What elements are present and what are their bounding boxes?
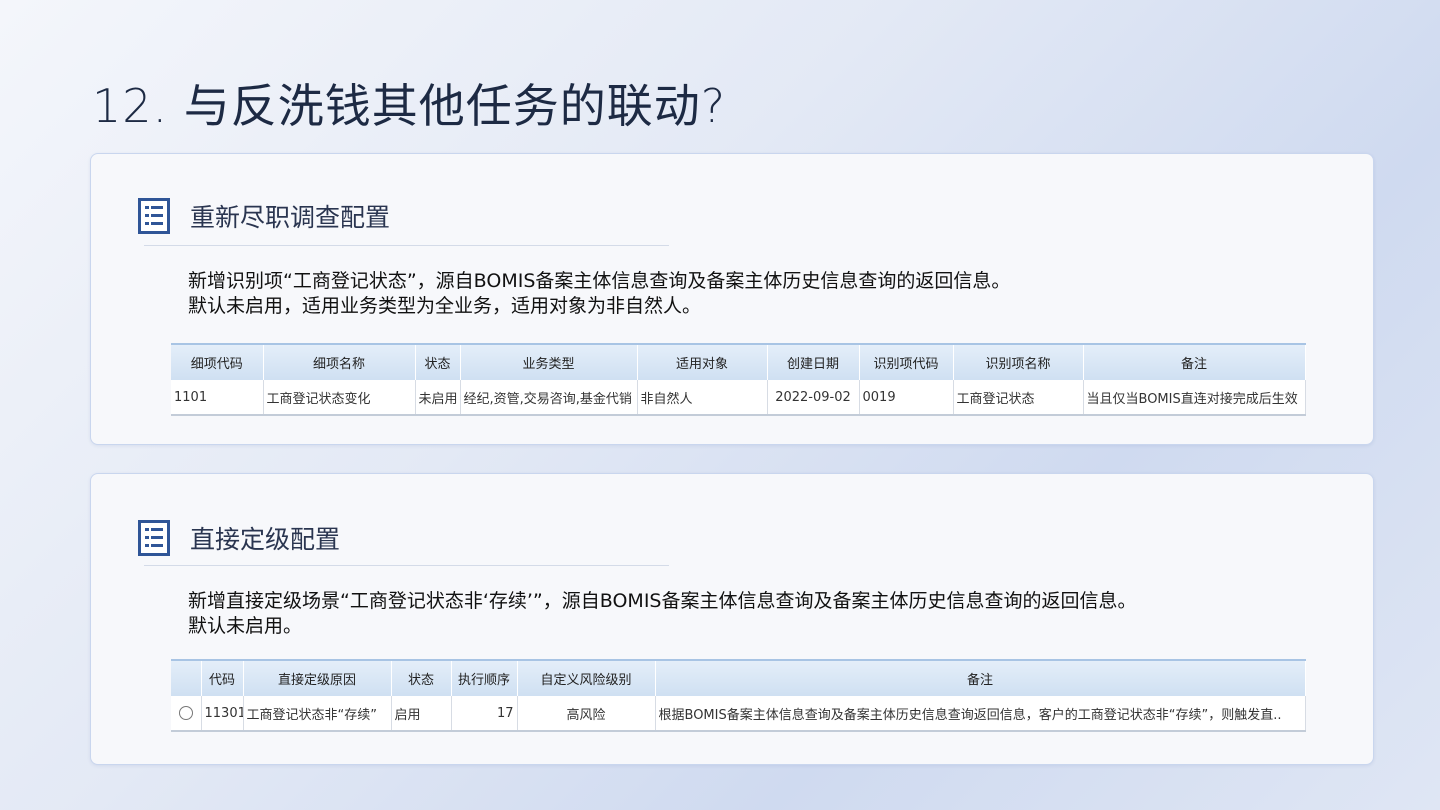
cell-created: 2022-09-02 [767, 380, 860, 416]
column-header[interactable]: 状态 [391, 659, 452, 696]
table-header-row: 代码 直接定级原因 状态 执行顺序 自定义风险级别 备注 [171, 659, 1306, 696]
table-header-row: 细项代码 细项名称 状态 业务类型 适用对象 创建日期 识别项代码 识别项名称 … [171, 343, 1306, 380]
column-header[interactable]: 状态 [415, 343, 461, 380]
column-header[interactable]: 自定义风险级别 [517, 659, 656, 696]
section-divider [144, 245, 669, 246]
checklist-icon [138, 520, 170, 556]
cell-target: 非自然人 [637, 380, 768, 416]
table-row[interactable]: 1101 工商登记状态变化 未启用 经纪,资管,交易咨询,基金代销 非自然人 2… [171, 380, 1306, 416]
column-header[interactable]: 识别项代码 [859, 343, 954, 380]
section-description: 新增直接定级场景“工商登记状态非‘存续’”，源自BOMIS备案主体信息查询及备案… [188, 589, 1136, 639]
section-title: 直接定级配置 [190, 525, 341, 554]
column-header[interactable]: 代码 [201, 659, 244, 696]
cell-select[interactable] [171, 696, 202, 732]
page-title: 12. 与反洗钱其他任务的联动? [92, 79, 727, 133]
description-line: 新增直接定级场景“工商登记状态非‘存续’”，源自BOMIS备案主体信息查询及备案… [188, 590, 1137, 612]
column-header[interactable]: 创建日期 [767, 343, 860, 380]
section-title: 重新尽职调查配置 [190, 203, 391, 232]
cell-code: 1101 [171, 380, 264, 416]
section-header: 直接定级配置 [138, 518, 340, 558]
column-header[interactable]: 直接定级原因 [243, 659, 392, 696]
section-description: 新增识别项“工商登记状态”，源自BOMIS备案主体信息查询及备案主体历史信息查询… [188, 269, 1010, 319]
cell-item-code: 0019 [859, 380, 954, 416]
cell-status: 未启用 [415, 380, 461, 416]
row-select-radio[interactable] [178, 706, 193, 720]
section-divider [144, 565, 669, 566]
item-config-table: 细项代码 细项名称 状态 业务类型 适用对象 创建日期 识别项代码 识别项名称 … [171, 343, 1306, 416]
description-line: 新增识别项“工商登记状态”，源自BOMIS备案主体信息查询及备案主体历史信息查询… [188, 270, 1011, 292]
column-header[interactable]: 业务类型 [460, 343, 638, 380]
description-line: 默认未启用。 [188, 615, 303, 637]
cell-name: 工商登记状态变化 [263, 380, 416, 416]
column-header [171, 659, 202, 696]
column-header[interactable]: 适用对象 [637, 343, 768, 380]
cell-order: 17 [451, 696, 518, 732]
cell-remark: 当且仅当BOMIS直连对接完成后生效 [1083, 380, 1306, 416]
re-due-diligence-card: 重新尽职调查配置 新增识别项“工商登记状态”，源自BOMIS备案主体信息查询及备… [90, 153, 1374, 445]
cell-remark: 根据BOMIS备案主体信息查询及备案主体历史信息查询返回信息，客户的工商登记状态… [655, 696, 1306, 732]
cell-status: 启用 [391, 696, 452, 732]
column-header[interactable]: 备注 [655, 659, 1306, 696]
column-header[interactable]: 备注 [1083, 343, 1306, 380]
column-header[interactable]: 执行顺序 [451, 659, 518, 696]
checklist-icon [138, 198, 170, 234]
direct-rating-card: 直接定级配置 新增直接定级场景“工商登记状态非‘存续’”，源自BOMIS备案主体… [90, 473, 1374, 765]
cell-risk: 高风险 [517, 696, 656, 732]
direct-rating-table: 代码 直接定级原因 状态 执行顺序 自定义风险级别 备注 11301 工商登记状… [171, 659, 1306, 732]
cell-reason: 工商登记状态非“存续” [243, 696, 392, 732]
cell-item-name: 工商登记状态 [953, 380, 1084, 416]
section-header: 重新尽职调查配置 [138, 196, 390, 236]
cell-biz-type: 经纪,资管,交易咨询,基金代销 [460, 380, 638, 416]
description-line: 默认未启用，适用业务类型为全业务，适用对象为非自然人。 [188, 295, 702, 317]
column-header[interactable]: 细项名称 [263, 343, 416, 380]
column-header[interactable]: 识别项名称 [953, 343, 1084, 380]
table-row[interactable]: 11301 工商登记状态非“存续” 启用 17 高风险 根据BOMIS备案主体信… [171, 696, 1306, 732]
column-header[interactable]: 细项代码 [171, 343, 264, 380]
cell-code: 11301 [201, 696, 244, 732]
